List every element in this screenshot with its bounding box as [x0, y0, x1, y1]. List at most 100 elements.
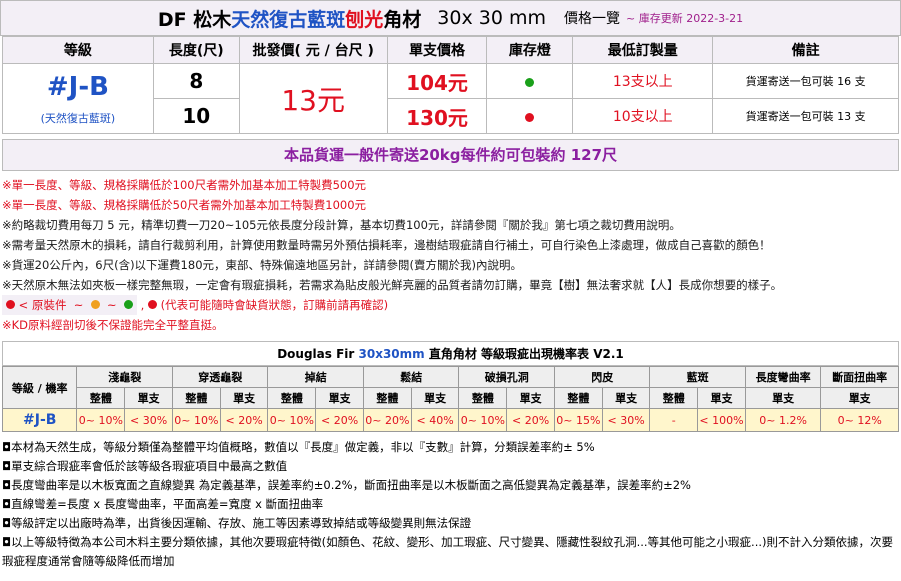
title-name-blue: 天然復古藍斑 — [231, 8, 346, 31]
title-name-red: 刨光 — [345, 8, 384, 31]
group-header: 閃皮 — [553, 366, 651, 388]
title-size: 30x 30 mm — [437, 7, 546, 29]
rate-cell: < 20% — [219, 408, 269, 432]
header-min-qty: 最低訂製量 — [572, 36, 714, 64]
rate-cell: 0~ 10% — [267, 408, 317, 432]
grade-cell: #J-B (天然復古藍斑) — [2, 63, 154, 134]
grade-code: #J-B — [46, 71, 109, 102]
group-header: 穿透龜裂 — [171, 366, 269, 388]
sub-header-whole: 整體 — [553, 387, 603, 409]
footnote-line: ◘本材為天然生成，等級分類僅為整體平均值概略，數值以『長度』做定義，非以『支數』… — [2, 440, 595, 454]
sub-header-whole: 整體 — [362, 387, 412, 409]
sub-header-single: 單支 — [315, 387, 364, 409]
rate-cell: 0~ 1.2% — [744, 408, 822, 432]
notes-block: ※單一長度、等級、規格採購低於100尺者需外加基本加工特製費500元 ※單一長度… — [2, 175, 899, 335]
group-header: 破損孔洞 — [458, 366, 555, 388]
rate-cell: < 20% — [315, 408, 364, 432]
rate-cell: < 40% — [410, 408, 460, 432]
stock-dot-green — [525, 77, 535, 87]
sub-header-whole: 整體 — [267, 387, 317, 409]
row-grade: #J-B — [1, 408, 78, 432]
footnote-line: ◘直線彎差=長度 x 長度彎曲率，平面高差=寬度 x 斷面扭曲率 — [2, 497, 324, 511]
min-qty: 13支以上 — [572, 63, 714, 99]
legend-warning: (代表可能隨時會缺貨狀態，訂購前請再確認) — [160, 298, 389, 312]
legend-dot-red — [6, 300, 15, 309]
row-note: 貨運寄送一包可裝 16 支 — [712, 63, 899, 99]
sub-header-whole: 整體 — [171, 387, 221, 409]
unit-price: 104元 — [386, 63, 488, 99]
note-line: ※單一長度、等級、規格採購低於50尺者需外加基本加工特製費1000元 — [2, 198, 367, 212]
table-row: #J-B 0~ 10% < 30% 0~ 10% < 20% 0~ 10% < … — [1, 408, 899, 432]
legend-dot-green — [123, 300, 133, 309]
sub-header-whole: 整體 — [649, 387, 699, 409]
header-note: 備註 — [712, 36, 899, 64]
footnote-line: ◘單支綜合瑕疵率會低於該等級各瑕疵項目中最高之數值 — [2, 459, 288, 473]
legend-tilde: ~ — [73, 298, 84, 312]
sub-header-single: 單支 — [697, 387, 746, 409]
legend-dot-red — [147, 300, 157, 309]
footnotes: ◘本材為天然生成，等級分類僅為整體平均值概略，數值以『長度』做定義，非以『支數』… — [2, 438, 899, 571]
header-grade: 等級 — [2, 36, 154, 64]
defect-table-title: Douglas Fir 30x30mm 直角角材 等級瑕疵出現機率表 V2.1 — [2, 341, 899, 366]
sub-header-whole: 整體 — [76, 387, 126, 409]
sub-header-single: 單支 — [219, 387, 269, 409]
shipping-line: 本品貨運一般件寄送20kg每件約可包裝約 127尺 — [2, 139, 899, 171]
title-prefix: DF 松木 — [157, 8, 232, 31]
sub-header-single: 單支 — [506, 387, 555, 409]
rate-cell: 0~ 10% — [76, 408, 126, 432]
rate-cell: 0~ 10% — [171, 408, 221, 432]
footnote-line: ◘長度彎曲率是以木板寬面之直線變異 為定義基準，誤差率約±0.2%，斷面扭曲率是… — [2, 478, 691, 492]
note-line: ※約略裁切費用每刀 5 元，精準切費一刀20~105元依長度分段計算，基本切費1… — [2, 218, 681, 232]
sub-header-whole: 整體 — [458, 387, 508, 409]
rate-cell: < 20% — [506, 408, 555, 432]
footnote-line: ◘以上等級特徵為本公司木料主要分類依據，其他次要瑕疵特徵(如顏色、花紋、變形、加… — [2, 535, 893, 568]
rate-cell: < 30% — [601, 408, 651, 432]
rate-cell: 0~ 20% — [362, 408, 412, 432]
footnote-line: ◘等級評定以出廠時為準，出貨後因運輸、存放、施工等因素導致掉結或等級變異則無法保… — [2, 516, 472, 530]
legend-comma: , — [140, 298, 145, 312]
kd-note: ※KD原料經剖切後不保證能完全平整直挺。 — [2, 318, 224, 332]
defect-title-prefix: Douglas Fir — [277, 347, 355, 361]
page-title: DF 松木 天然復古藍斑 刨光 角材 30x 30 mm 價格一覽 ~ 庫存更新… — [0, 0, 901, 36]
legend-dot-orange — [90, 300, 100, 309]
group-header: 淺龜裂 — [76, 366, 173, 388]
group-header: 鬆結 — [362, 366, 460, 388]
rate-cell: < 30% — [124, 408, 173, 432]
length-value: 10 — [152, 98, 240, 134]
legend-line: < 原裝件 ~ ~ , (代表可能隨時會缺貨狀態，訂購前請再確認) — [2, 295, 899, 315]
title-price-list: 價格一覽 — [563, 11, 620, 27]
note-line: ※貨運20公斤內，6尺(含)以下運費180元，東部、特殊偏遠地區另計，詳請參閱(… — [2, 258, 522, 272]
rate-cell: 0~ 15% — [553, 408, 603, 432]
group-header: 長度彎曲率 — [744, 366, 822, 388]
header-stock: 庫存燈 — [486, 36, 574, 64]
note-line: ※單一長度、等級、規格採購低於100尺者需外加基本加工特製費500元 — [2, 178, 367, 192]
legend-tilde: ~ — [107, 298, 117, 312]
grade-subtitle: (天然復古藍斑) — [40, 111, 116, 125]
wholesale-price: 13元 — [238, 63, 388, 134]
unit-price: 130元 — [386, 98, 488, 134]
legend-box: < 原裝件 ~ ~ — [2, 295, 137, 315]
rate-cell: < 100% — [697, 408, 746, 432]
header-length: 長度(尺) — [152, 36, 240, 64]
note-line: ※需考量天然原木的損耗，請自行裁剪利用，計算使用數量時需另外預估損耗率，邊樹結瑕… — [2, 238, 771, 252]
stock-light-cell — [486, 63, 574, 99]
sub-header-single: 單支 — [410, 387, 460, 409]
price-table: 等級 長度(尺) 批發價( 元 / 台尺 ) 單支價格 庫存燈 最低訂製量 備註… — [2, 36, 899, 134]
min-qty: 10支以上 — [572, 98, 714, 134]
stock-light-cell — [486, 98, 574, 134]
legend-label: < 原裝件 — [18, 298, 67, 312]
length-value: 8 — [152, 63, 240, 99]
row-note: 貨運寄送一包可裝 13 支 — [712, 98, 899, 134]
sub-header-single: 單支 — [601, 387, 651, 409]
title-suffix: 角材 — [383, 8, 422, 31]
title-updated: ~ 庫存更新 2022-3-21 — [625, 12, 744, 25]
header-wholesale: 批發價( 元 / 台尺 ) — [238, 36, 388, 64]
defect-title-suffix: 直角角材 等級瑕疵出現機率表 V2.1 — [428, 347, 624, 361]
group-header: 掉結 — [267, 366, 364, 388]
defect-title-size: 30x30mm — [358, 347, 425, 361]
sub-header-single: 單支 — [744, 387, 822, 409]
note-line: ※天然原木無法如夾板一樣完整無瑕，一定會有瑕疵損耗，若需求為貼皮般光鮮亮麗的品質… — [2, 278, 783, 292]
stock-dot-red — [525, 112, 535, 122]
rate-cell: - — [649, 408, 699, 432]
sub-header-single: 單支 — [124, 387, 173, 409]
